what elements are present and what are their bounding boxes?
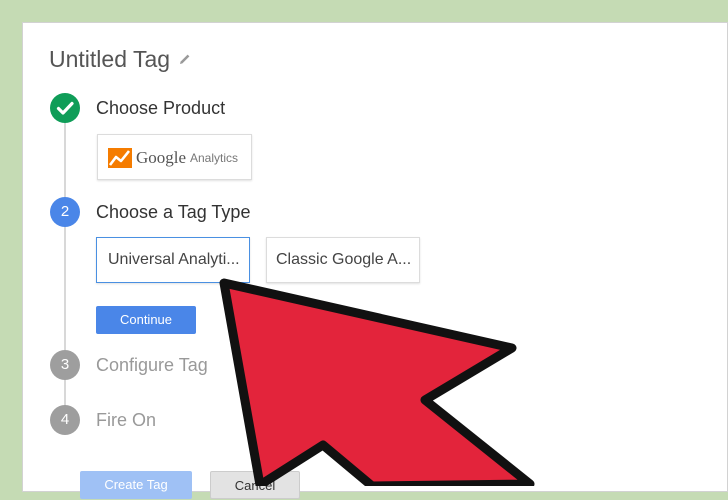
pointer-arrow-icon [219, 278, 535, 486]
